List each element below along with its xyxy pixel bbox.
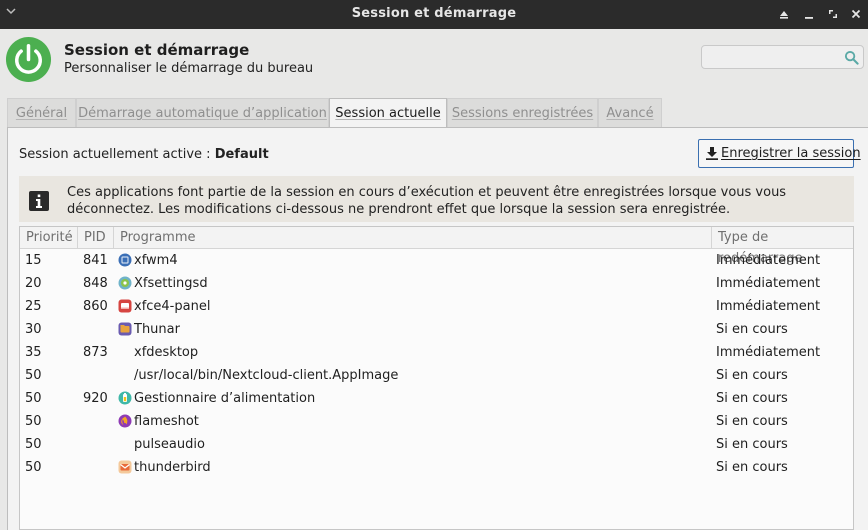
table-row[interactable]: 15 841 xfwm4 Immédiatement [20, 249, 853, 272]
xfwm4-icon [118, 253, 132, 267]
cell-program: Gestionnaire d’alimentation [134, 391, 316, 406]
window-titlebar: Session et démarrage [0, 0, 868, 29]
cell-priority: 50 [25, 437, 42, 452]
page-title: Session et démarrage [64, 41, 250, 59]
cell-program: Thunar [134, 322, 180, 337]
search-field[interactable] [701, 45, 864, 69]
cell-priority: 50 [25, 368, 42, 383]
search-icon[interactable] [844, 50, 859, 65]
tab-general[interactable]: Général [7, 98, 76, 127]
table-row[interactable]: 30 Thunar Si en cours [20, 318, 853, 341]
save-session-label: Enregistrer la session [721, 146, 861, 161]
cell-pid: 848 [83, 276, 108, 291]
cell-program: Xfsettingsd [134, 276, 208, 291]
page-subtitle: Personnaliser le démarrage du bureau [64, 61, 314, 76]
flameshot-icon [118, 414, 132, 428]
xfce4-panel-icon [118, 299, 132, 313]
cell-restart-type: Si en cours [716, 368, 788, 383]
xfsettingsd-icon [118, 276, 132, 290]
cell-priority: 50 [25, 414, 42, 429]
power-icon [5, 36, 52, 83]
cell-program: thunderbird [134, 460, 211, 475]
cell-program: /usr/local/bin/Nextcloud-client.AppImage [134, 368, 399, 383]
info-message: Ces applications font partie de la sessi… [67, 185, 787, 217]
tab-saved-sessions[interactable]: Sessions enregistrées [447, 98, 598, 127]
column-header-priority[interactable]: Priorité [20, 227, 78, 248]
cell-restart-type: Si en cours [716, 322, 788, 337]
cell-restart-type: Immédiatement [716, 345, 821, 360]
download-icon [706, 147, 718, 160]
cell-priority: 35 [25, 345, 42, 360]
cell-restart-type: Immédiatement [716, 299, 821, 314]
window-title: Session et démarrage [351, 6, 517, 21]
cell-restart-type: Immédiatement [716, 276, 821, 291]
active-session-name: Default [214, 147, 269, 162]
cell-pid: 841 [83, 253, 108, 268]
tab-current-session[interactable]: Session actuelle [329, 98, 447, 128]
cell-restart-type: Si en cours [716, 391, 788, 406]
table-row[interactable]: 50 920 Gestionnaire d’alimentation Si en co… [20, 387, 853, 410]
cell-priority: 30 [25, 322, 42, 337]
table-row[interactable]: 35 873 xfdesktop Immédiatement [20, 341, 853, 364]
tab-autostart[interactable]: Démarrage automatique d’application [76, 98, 329, 127]
cell-restart-type: Si en cours [716, 414, 788, 429]
active-session-label: Session actuellement active : Default [19, 147, 269, 162]
cell-program: xfwm4 [134, 253, 178, 268]
cell-priority: 20 [25, 276, 42, 291]
cell-pid: 860 [83, 299, 108, 314]
power-manager-icon [118, 391, 132, 405]
column-header-program[interactable]: Programme [114, 227, 712, 248]
active-session-prefix: Session actuellement active : [19, 147, 215, 162]
table-row[interactable]: 20 848 Xfsettingsd Immédiatement [20, 272, 853, 295]
session-table[interactable]: Priorité PID Programme Type de redémarra… [19, 226, 854, 530]
thunderbird-icon [118, 460, 132, 474]
dialog-header: Session et démarrage Personnaliser le dé… [0, 29, 868, 95]
cell-program: pulseaudio [134, 437, 205, 452]
table-row[interactable]: 50 pulseaudio Si en cours [20, 433, 853, 456]
maximize-icon[interactable] [826, 7, 840, 21]
info-bar: Ces applications font partie de la sessi… [19, 176, 854, 222]
shade-icon[interactable] [777, 7, 791, 21]
cell-restart-type: Si en cours [716, 437, 788, 452]
cell-priority: 15 [25, 253, 42, 268]
table-row[interactable]: 50/usr/local/bin/Nextcloud-client.AppIma… [20, 364, 853, 387]
column-header-restart-type[interactable]: Type de redémarrage [712, 227, 853, 266]
cell-program: xfce4-panel [134, 299, 211, 314]
save-session-button[interactable]: Enregistrer la session [698, 139, 861, 168]
cell-priority: 50 [25, 391, 42, 406]
cell-pid: 920 [83, 391, 108, 406]
search-input[interactable] [706, 48, 840, 68]
cell-priority: 25 [25, 299, 42, 314]
table-header: Priorité PID Programme Type de redémarra… [20, 227, 853, 266]
thunar-icon [118, 322, 132, 336]
tab-advanced[interactable]: Avancé [598, 98, 662, 127]
table-row[interactable]: 25 860 xfce4-panel Immédiatement [20, 295, 853, 318]
cell-restart-type: Si en cours [716, 460, 788, 475]
close-icon[interactable] [849, 7, 863, 21]
column-header-pid[interactable]: PID [78, 227, 114, 248]
minimize-icon[interactable] [802, 7, 816, 21]
cell-program: xfdesktop [134, 345, 199, 360]
table-row[interactable]: 50 thunderbird Si en cours [20, 456, 853, 479]
cell-restart-type: Immédiatement [716, 253, 821, 268]
cell-program: flameshot [134, 414, 199, 429]
cell-priority: 50 [25, 460, 42, 475]
table-row[interactable]: 50 flameshot Si en cours [20, 410, 853, 433]
cell-pid: 873 [83, 345, 108, 360]
info-icon [29, 191, 49, 211]
